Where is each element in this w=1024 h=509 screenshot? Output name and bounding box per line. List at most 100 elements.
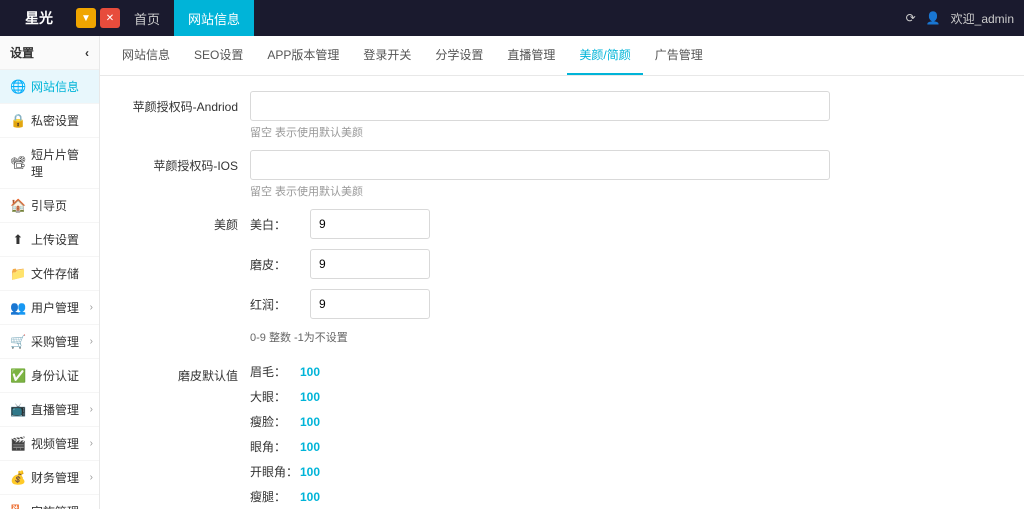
tab-beauty[interactable]: 美颜/简颜 bbox=[567, 36, 642, 75]
android-auth-field: 留空 表示使用默认美颜 bbox=[250, 91, 830, 140]
sidebar-header: 设置 ‹ bbox=[0, 36, 99, 70]
tab-bar: 网站信息 SEO设置 APP版本管理 登录开关 分学设置 直播管理 美颜/简颜 … bbox=[100, 36, 1024, 76]
sidebar-item-users[interactable]: 👥 用户管理 › bbox=[0, 291, 99, 325]
live-icon: 📺 bbox=[10, 402, 26, 418]
sidebar-item-upload[interactable]: ⬆ 上传设置 bbox=[0, 223, 99, 257]
sidebar-item-purchase[interactable]: 🛒 采购管理 › bbox=[0, 325, 99, 359]
beauty-smooth-input[interactable] bbox=[310, 249, 430, 279]
username: 欢迎_admin bbox=[951, 10, 1014, 27]
chevron-right-icon4: › bbox=[90, 438, 93, 449]
default-value-label: 磨皮默认值 bbox=[120, 363, 250, 384]
sidebar-item-clips[interactable]: 📽 短片片管理 bbox=[0, 138, 99, 189]
beauty-fields: 美白： 磨皮： 红润： 0-9 整数 -1为不设置 bbox=[250, 209, 830, 353]
beauty-section-label: 美颜 bbox=[120, 209, 250, 233]
sidebar-item-video[interactable]: 🎬 视频管理 › bbox=[0, 427, 99, 461]
sidebar-item-purchase-label: 采购管理 bbox=[31, 333, 79, 350]
refresh-icon[interactable]: ⟳ bbox=[906, 11, 916, 25]
ios-auth-label: 苹颜授权码-IOS bbox=[120, 150, 250, 174]
clips-icon: 📽 bbox=[10, 155, 26, 171]
default-slimface-label: 瘦脸： bbox=[250, 413, 300, 430]
sidebar-item-privacy[interactable]: 🔒 私密设置 bbox=[0, 104, 99, 138]
guide-icon: 🏠 bbox=[10, 198, 26, 214]
tab-share-settings[interactable]: 分学设置 bbox=[423, 36, 495, 75]
sidebar-item-website[interactable]: 🌐 网站信息 bbox=[0, 70, 99, 104]
nav-buttons: ▼ ✕ bbox=[76, 8, 120, 28]
default-eyecorner-label: 眼角： bbox=[250, 438, 300, 455]
default-bigenye-value: 100 bbox=[300, 390, 350, 404]
top-navigation: 星光 ▼ ✕ 首页 网站信息 ⟳ 👤 欢迎_admin bbox=[0, 0, 1024, 36]
beauty-white-label: 美白： bbox=[250, 216, 310, 233]
tab-live-manage[interactable]: 直播管理 bbox=[495, 36, 567, 75]
files-icon: 📁 bbox=[10, 266, 26, 282]
tab-website-info[interactable]: 网站信息 bbox=[110, 36, 182, 75]
sidebar-item-clips-label: 短片片管理 bbox=[31, 146, 89, 180]
sidebar-item-live[interactable]: 📺 直播管理 › bbox=[0, 393, 99, 427]
sidebar-item-identity[interactable]: ✅ 身份认证 bbox=[0, 359, 99, 393]
sidebar-item-family-label: 家族管理 bbox=[31, 503, 79, 509]
video-icon: 🎬 bbox=[10, 436, 26, 452]
nav-website-info[interactable]: 网站信息 bbox=[174, 0, 254, 36]
form-content: 苹颜授权码-Andriod 留空 表示使用默认美颜 苹颜授权码-IOS 留空 表… bbox=[100, 76, 1024, 509]
family-icon: 🏪 bbox=[10, 504, 26, 509]
default-eyecorner-value: 100 bbox=[300, 440, 350, 454]
default-slimleg-value: 100 bbox=[300, 490, 350, 504]
chevron-right-icon3: › bbox=[90, 404, 93, 415]
beauty-rosy-label: 红润： bbox=[250, 296, 310, 313]
sidebar-item-files[interactable]: 📁 文件存储 bbox=[0, 257, 99, 291]
sidebar-item-upload-label: 上传设置 bbox=[31, 231, 79, 248]
beauty-rosy-row: 红润： bbox=[250, 289, 830, 319]
tab-login-switch[interactable]: 登录开关 bbox=[351, 36, 423, 75]
default-bigenye-label: 大眼： bbox=[250, 388, 300, 405]
beauty-white-input[interactable] bbox=[310, 209, 430, 239]
default-eyebrow-value: 100 bbox=[300, 365, 350, 379]
sidebar-item-identity-label: 身份认证 bbox=[31, 367, 79, 384]
sidebar-item-finance[interactable]: 💰 财务管理 › bbox=[0, 461, 99, 495]
android-auth-row: 苹颜授权码-Andriod 留空 表示使用默认美颜 bbox=[120, 91, 1004, 140]
upload-icon: ⬆ bbox=[10, 232, 26, 248]
privacy-icon: 🔒 bbox=[10, 113, 26, 129]
default-bigenye-row: 大眼： 100 bbox=[250, 388, 710, 405]
ios-auth-hint: 留空 表示使用默认美颜 bbox=[250, 183, 830, 199]
default-slimleg-row: 瘦腿： 100 bbox=[250, 488, 710, 505]
users-icon: 👥 bbox=[10, 300, 26, 316]
default-openeyecorner-label: 开眼角： bbox=[250, 463, 300, 480]
user-icon[interactable]: 👤 bbox=[926, 11, 941, 25]
beauty-smooth-label: 磨皮： bbox=[250, 256, 310, 273]
default-slimface-value: 100 bbox=[300, 415, 350, 429]
nav-btn-yellow[interactable]: ▼ bbox=[76, 8, 96, 28]
beauty-note: 0-9 整数 -1为不设置 bbox=[250, 329, 830, 345]
android-auth-input[interactable] bbox=[250, 91, 830, 121]
nav-home[interactable]: 首页 bbox=[120, 0, 174, 36]
sidebar-item-live-label: 直播管理 bbox=[31, 401, 79, 418]
main-layout: 设置 ‹ 🌐 网站信息 🔒 私密设置 📽 短片片管理 🏠 引导页 ⬆ 上传设置 … bbox=[0, 36, 1024, 509]
logo[interactable]: 星光 bbox=[10, 8, 68, 28]
default-slimface-row: 瘦脸： 100 bbox=[250, 413, 710, 430]
sidebar-item-finance-label: 财务管理 bbox=[31, 469, 79, 486]
sidebar-item-files-label: 文件存储 bbox=[31, 265, 79, 282]
sidebar-item-family[interactable]: 🏪 家族管理 bbox=[0, 495, 99, 509]
beauty-white-row: 美白： bbox=[250, 209, 830, 239]
sidebar: 设置 ‹ 🌐 网站信息 🔒 私密设置 📽 短片片管理 🏠 引导页 ⬆ 上传设置 … bbox=[0, 36, 100, 509]
beauty-row: 美颜 美白： 磨皮： 红润： 0-9 整数 -1为不设置 bbox=[120, 209, 1004, 353]
tab-app-version[interactable]: APP版本管理 bbox=[255, 36, 351, 75]
default-eyebrow-row: 眉毛： 100 bbox=[250, 363, 710, 380]
sidebar-toggle[interactable]: ‹ bbox=[85, 46, 89, 60]
content-area: 网站信息 SEO设置 APP版本管理 登录开关 分学设置 直播管理 美颜/简颜 … bbox=[100, 36, 1024, 509]
tab-seo[interactable]: SEO设置 bbox=[182, 36, 255, 75]
sidebar-item-website-label: 网站信息 bbox=[31, 78, 79, 95]
sidebar-item-guide[interactable]: 🏠 引导页 bbox=[0, 189, 99, 223]
beauty-smooth-row: 磨皮： bbox=[250, 249, 830, 279]
identity-icon: ✅ bbox=[10, 368, 26, 384]
default-values-section: 磨皮默认值 眉毛： 100 大眼： 100 瘦脸： 100 bbox=[120, 363, 1004, 509]
chevron-right-icon2: › bbox=[90, 336, 93, 347]
beauty-rosy-input[interactable] bbox=[310, 289, 430, 319]
default-eyecorner-row: 眼角： 100 bbox=[250, 438, 710, 455]
nav-btn-red[interactable]: ✕ bbox=[100, 8, 120, 28]
default-fields-container: 眉毛： 100 大眼： 100 瘦脸： 100 眼角： 100 bbox=[250, 363, 710, 509]
tab-ads[interactable]: 广告管理 bbox=[643, 36, 715, 75]
chevron-right-icon: › bbox=[90, 302, 93, 313]
android-auth-hint: 留空 表示使用默认美颜 bbox=[250, 124, 830, 140]
android-auth-label: 苹颜授权码-Andriod bbox=[120, 91, 250, 115]
default-slimleg-label: 瘦腿： bbox=[250, 488, 300, 505]
ios-auth-input[interactable] bbox=[250, 150, 830, 180]
